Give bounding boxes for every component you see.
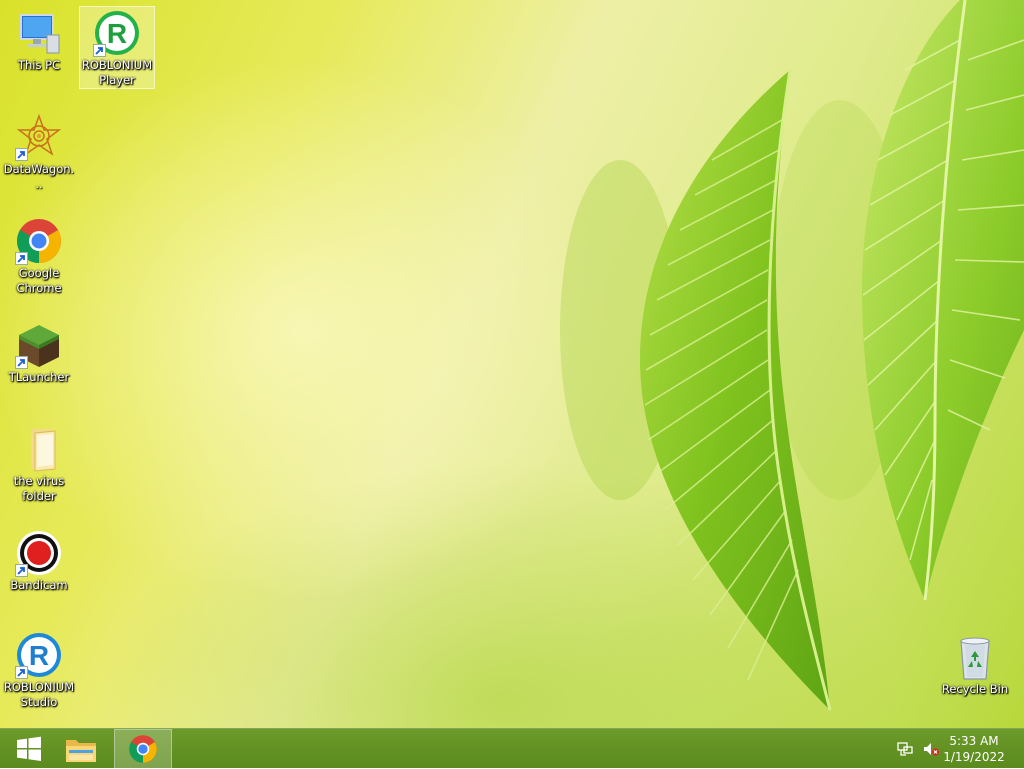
desktop-icon-label: Recycle Bin <box>941 682 1009 696</box>
desktop-icon-tlauncher[interactable]: TLauncher <box>1 318 77 386</box>
taskbar-file-explorer-button[interactable] <box>52 729 110 769</box>
windows-start-icon <box>17 736 41 761</box>
desktop-icon-label: This PC <box>17 58 61 72</box>
clock-time: 5:33 AM <box>949 734 999 748</box>
network-icon[interactable] <box>896 740 914 758</box>
desktop-icon-google-chrome[interactable]: Google Chrome <box>1 214 77 297</box>
clock-date: 1/19/2022 <box>943 750 1005 764</box>
system-tray <box>896 729 940 769</box>
desktop-icon-label: ROBLONIUM Player <box>81 58 153 87</box>
file-explorer-icon <box>66 740 96 762</box>
svg-text:R: R <box>29 640 49 671</box>
desktop-icon-bandicam[interactable]: Bandicam <box>1 526 77 594</box>
taskbar-clock[interactable]: 5:33 AM 1/19/2022 <box>938 733 1010 765</box>
desktop-icon-label: TLauncher <box>8 370 70 384</box>
taskbar-chrome-button[interactable] <box>114 729 172 769</box>
desktop[interactable]: This PC R ROBLONIUM Player DataWagon... … <box>0 0 1024 728</box>
shortcut-arrow-icon <box>15 666 28 679</box>
desktop-icon-label: ROBLONIUM Studio <box>3 680 75 709</box>
desktop-icon-this-pc[interactable]: This PC <box>1 6 77 74</box>
shortcut-arrow-icon <box>93 44 106 57</box>
desktop-icon-roblonium-studio[interactable]: R ROBLONIUM Studio <box>1 628 77 711</box>
desktop-icon-label: the virus folder <box>13 474 65 503</box>
desktop-icon-label: Bandicam <box>10 578 68 592</box>
roblonium-player-icon: R <box>93 9 141 57</box>
folder-icon <box>15 425 63 473</box>
desktop-icon-datawagon[interactable]: DataWagon... <box>1 110 77 193</box>
svg-text:R: R <box>107 18 127 49</box>
shortcut-arrow-icon <box>15 564 28 577</box>
shortcut-arrow-icon <box>15 356 28 369</box>
computer-icon <box>15 9 63 57</box>
desktop-icon-recycle-bin[interactable]: Recycle Bin <box>937 630 1013 698</box>
roblonium-studio-icon: R <box>15 631 63 679</box>
recycle-bin-icon <box>951 633 999 681</box>
bandicam-icon <box>15 529 63 577</box>
desktop-icon-label: Google Chrome <box>16 266 62 295</box>
wallpaper-leaves <box>560 0 1024 711</box>
shortcut-arrow-icon <box>15 148 28 161</box>
chrome-icon <box>15 217 63 265</box>
tlauncher-icon <box>15 321 63 369</box>
shortcut-arrow-icon <box>15 252 28 265</box>
chrome-icon <box>129 735 157 763</box>
datawagon-icon <box>15 113 63 161</box>
taskbar: 5:33 AM 1/19/2022 <box>0 728 1024 769</box>
desktop-icon-roblonium-player[interactable]: R ROBLONIUM Player <box>79 6 155 89</box>
desktop-icon-label: DataWagon... <box>3 162 75 191</box>
desktop-icon-virus-folder[interactable]: the virus folder <box>1 422 77 505</box>
start-button[interactable] <box>0 729 58 769</box>
